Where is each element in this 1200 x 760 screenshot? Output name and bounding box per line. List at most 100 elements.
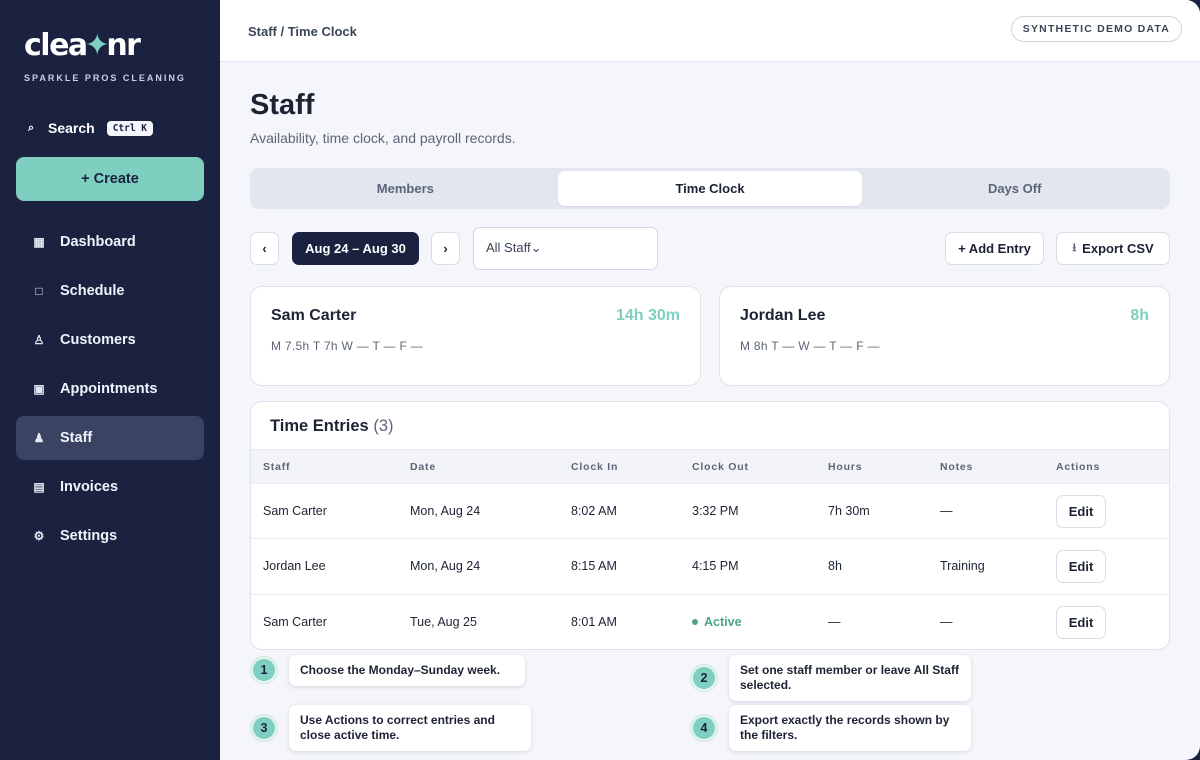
sidebar-item-dashboard[interactable]: ▦ Dashboard	[16, 220, 204, 264]
tab-time-clock[interactable]: Time Clock	[557, 171, 863, 206]
person-icon: ♙	[33, 333, 45, 347]
callout-number: 4	[691, 715, 717, 741]
tagline: SPARKLE PROS CLEANING	[24, 73, 186, 83]
cell-clock-in: 8:15 AM	[571, 559, 617, 573]
sidebar-item-staff[interactable]: ♟ Staff	[16, 416, 204, 460]
app-window: clea✦nr SPARKLE PROS CLEANING ⌕ Search C…	[0, 0, 1200, 760]
staff-icon: ♟	[33, 431, 45, 445]
sidebar: clea✦nr SPARKLE PROS CLEANING ⌕ Search C…	[0, 0, 220, 760]
callout-number: 1	[251, 657, 277, 683]
cell-hours: 8h	[828, 559, 842, 573]
card-total-hours: 14h 30m	[615, 307, 680, 324]
table-header: Staff Date Clock In Clock Out Hours Note…	[251, 449, 1169, 483]
chevron-down-icon: ⌄	[530, 240, 542, 255]
cell-staff: Jordan Lee	[263, 559, 326, 573]
callout-number: 3	[251, 715, 277, 741]
entries-count: (3)	[373, 417, 394, 435]
card-daily-breakdown: M 7.5h T 7h W — T — F —	[271, 339, 424, 353]
page-title: Staff	[250, 89, 315, 121]
cell-staff: Sam Carter	[263, 615, 327, 629]
card-staff-name: Sam Carter	[271, 307, 357, 324]
cell-clock-in: 8:02 AM	[571, 504, 617, 518]
sidebar-item-settings[interactable]: ⚙ Settings	[16, 514, 204, 558]
column-header: Clock Out	[692, 461, 749, 473]
sidebar-item-label: Settings	[60, 528, 118, 544]
sidebar-item-label: Staff	[60, 430, 93, 446]
cell-clock-out-active: Active	[692, 615, 742, 629]
time-entries-panel: Time Entries (3) Staff Date Clock In Clo…	[250, 401, 1170, 650]
topbar: Staff / Time Clock SYNTHETIC DEMO DATA	[220, 0, 1200, 62]
logo: clea✦nr	[24, 28, 141, 63]
card-staff-name: Jordan Lee	[740, 307, 826, 324]
sidebar-item-invoices[interactable]: ▤ Invoices	[16, 465, 204, 509]
callout-text: Choose the Monday–Sunday week.	[289, 655, 525, 686]
tab-bar: Members Time Clock Days Off	[250, 168, 1170, 209]
callout-number: 2	[691, 665, 717, 691]
demo-data-badge: SYNTHETIC DEMO DATA	[1010, 16, 1182, 42]
sidebar-item-label: Schedule	[60, 283, 125, 299]
add-entry-button[interactable]: + Add Entry	[945, 232, 1044, 265]
active-status-label: Active	[704, 615, 742, 629]
callout-text: Set one staff member or leave All Staff …	[729, 655, 971, 701]
next-week-button[interactable]: ›	[431, 232, 460, 265]
table-row: Sam Carter Tue, Aug 25 8:01 AM Active — …	[251, 594, 1169, 649]
download-icon: ⭳	[1072, 242, 1077, 254]
export-csv-button[interactable]: ⭳ Export CSV	[1056, 232, 1170, 265]
cell-notes: —	[940, 615, 953, 629]
prev-week-button[interactable]: ‹	[250, 232, 279, 265]
toolbar: ‹ Aug 24 – Aug 30 › All Staff⌄ + Add Ent…	[250, 227, 1170, 270]
edit-button[interactable]: Edit	[1056, 495, 1106, 528]
time-entries-title: Time Entries (3)	[270, 417, 394, 435]
tab-days-off[interactable]: Days Off	[862, 171, 1167, 206]
appointment-icon: ▣	[33, 382, 45, 396]
table-row: Sam Carter Mon, Aug 24 8:02 AM 3:32 PM 7…	[251, 483, 1169, 539]
chevron-left-icon: ‹	[262, 241, 267, 256]
grid-icon: ▦	[33, 235, 45, 249]
staff-filter-value: All Staff	[486, 240, 531, 255]
cell-staff: Sam Carter	[263, 504, 327, 518]
search-label: Search	[48, 120, 95, 136]
cell-date: Mon, Aug 24	[410, 504, 481, 518]
staff-summary-card: Jordan Lee 8h M 8h T — W — T — F —	[719, 286, 1170, 386]
breadcrumb: Staff / Time Clock	[248, 24, 357, 39]
create-button[interactable]: + Create	[16, 157, 204, 201]
table-row: Jordan Lee Mon, Aug 24 8:15 AM 4:15 PM 8…	[251, 538, 1169, 594]
export-csv-label: Export CSV	[1082, 241, 1154, 256]
edit-button[interactable]: Edit	[1056, 550, 1106, 583]
search-shortcut: Ctrl K	[106, 120, 154, 136]
callout-text: Export exactly the records shown by the …	[729, 705, 971, 751]
staff-summary-card: Sam Carter 14h 30m M 7.5h T 7h W — T — F…	[250, 286, 701, 386]
cell-clock-out: 3:32 PM	[692, 504, 739, 518]
cell-date: Mon, Aug 24	[410, 559, 481, 573]
week-range-button[interactable]: Aug 24 – Aug 30	[292, 232, 419, 265]
invoice-icon: ▤	[33, 480, 45, 494]
edit-button[interactable]: Edit	[1056, 606, 1106, 639]
sidebar-item-label: Invoices	[60, 479, 119, 495]
staff-filter-select[interactable]: All Staff⌄	[473, 227, 658, 270]
column-header: Date	[410, 461, 436, 473]
column-header: Staff	[263, 461, 291, 473]
cell-clock-out: 4:15 PM	[692, 559, 739, 573]
callout-text: Use Actions to correct entries and close…	[289, 705, 531, 751]
column-header: Hours	[828, 461, 863, 473]
sidebar-item-customers[interactable]: ♙ Customers	[16, 318, 204, 362]
sidebar-item-schedule[interactable]: □ Schedule	[16, 269, 204, 313]
column-header: Actions	[1056, 461, 1101, 473]
active-status-dot	[692, 619, 698, 625]
search-button[interactable]: ⌕ Search Ctrl K	[28, 120, 154, 136]
sidebar-item-label: Customers	[60, 332, 136, 348]
sidebar-item-label: Dashboard	[60, 234, 136, 250]
cell-hours: —	[828, 615, 841, 629]
cell-notes: Training	[940, 559, 985, 573]
column-header: Clock In	[571, 461, 619, 473]
sparkle-icon: ✦	[84, 28, 110, 63]
gear-icon: ⚙	[33, 529, 45, 543]
sidebar-item-appointments[interactable]: ▣ Appointments	[16, 367, 204, 411]
tab-members[interactable]: Members	[253, 171, 558, 206]
chevron-right-icon: ›	[443, 241, 448, 256]
sidebar-item-label: Appointments	[60, 381, 158, 397]
cell-clock-in: 8:01 AM	[571, 615, 617, 629]
page-subtitle: Availability, time clock, and payroll re…	[250, 130, 516, 146]
search-icon: ⌕	[28, 121, 35, 134]
calendar-icon: □	[35, 284, 43, 298]
